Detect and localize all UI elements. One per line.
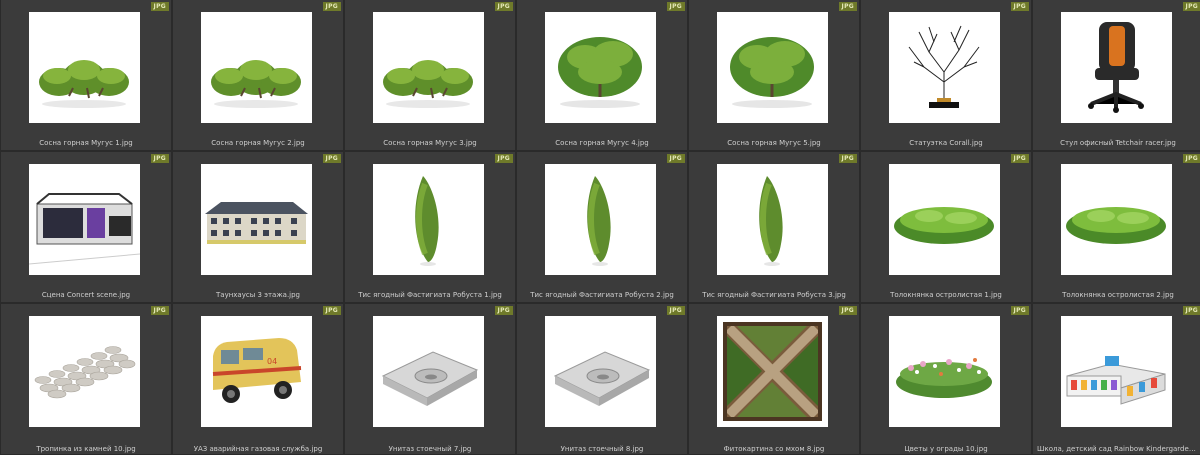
file-thumbnail[interactable]: JPG Унитаз стоечный 7.jpg [345, 304, 515, 454]
file-type-badge: JPG [494, 2, 513, 11]
round-bush-icon [545, 12, 656, 123]
file-type-badge: JPG [838, 2, 857, 11]
file-name-label: Унитаз стоечный 8.jpg [560, 445, 644, 453]
file-thumbnail[interactable]: JPG Школа, детский сад Rainbow Kindergar… [1033, 304, 1200, 454]
file-name-label: Фитокартина со мхом 8.jpg [723, 445, 825, 453]
file-name-label: УАЗ аварийная газовая служба.jpg [193, 445, 323, 453]
squat-toilet-icon [373, 316, 484, 427]
file-type-badge: JPG [322, 306, 341, 315]
file-type-badge: JPG [666, 306, 685, 315]
file-thumbnail[interactable]: JPG Фитокартина со мхом 8.jpg [689, 304, 859, 454]
pine-bush-icon [29, 12, 140, 123]
file-name-label: Сосна горная Mугус 4.jpg [555, 139, 649, 147]
file-type-badge: JPG [838, 154, 857, 163]
file-name-label: Тис ягодный Фастигиата Робуста 2.jpg [530, 291, 674, 299]
file-type-badge: JPG [322, 154, 341, 163]
moss-panel-icon [717, 316, 828, 427]
file-name-label: Сосна горная Mугус 3.jpg [383, 139, 477, 147]
file-thumbnail[interactable]: JPG Тропинка из камней 10.jpg [1, 304, 171, 454]
file-name-label: Толокнянка остролистая 2.jpg [1062, 291, 1174, 299]
file-type-badge: JPG [1182, 2, 1200, 11]
svg-text:04: 04 [267, 357, 277, 366]
townhouse-icon [201, 164, 312, 275]
round-bush-icon [717, 12, 828, 123]
file-thumbnail[interactable]: JPG Тис ягодный Фастигиата Робуста 1.jpg [345, 152, 515, 302]
file-type-badge: JPG [666, 2, 685, 11]
file-type-badge: JPG [150, 154, 169, 163]
file-type-badge: JPG [494, 306, 513, 315]
file-thumbnail[interactable]: JPG Сосна горная Mугус 3.jpg [345, 0, 515, 150]
file-name-label: Стул офисный Tetchair racer.jpg [1060, 139, 1176, 147]
squat-toilet-icon [545, 316, 656, 427]
school-icon [1061, 316, 1172, 427]
file-thumbnail[interactable]: JPG 04 УАЗ аварийная газовая служба.jpg [173, 304, 343, 454]
file-name-label: Сосна горная Mугус 2.jpg [211, 139, 305, 147]
columnar-tree-icon [373, 164, 484, 275]
file-thumbnail-grid: JPG Сосна горная Mугус 1.jpg JPG Сосна г… [0, 0, 1200, 455]
file-name-label: Таунхаусы 3 этажа.jpg [216, 291, 300, 299]
file-thumbnail[interactable]: JPG Сцена Concert scene.jpg [1, 152, 171, 302]
van-icon: 04 [201, 316, 312, 427]
file-name-label: Статуэтка Corall.jpg [909, 139, 983, 147]
columnar-tree-icon [717, 164, 828, 275]
file-thumbnail[interactable]: JPG Толокнянка остролистая 1.jpg [861, 152, 1031, 302]
file-type-badge: JPG [1010, 306, 1029, 315]
file-type-badge: JPG [494, 154, 513, 163]
stone-path-icon [29, 316, 140, 427]
file-name-label: Сцена Concert scene.jpg [41, 291, 131, 299]
file-name-label: Сосна горная Mугус 1.jpg [39, 139, 133, 147]
file-type-badge: JPG [1182, 306, 1200, 315]
file-type-badge: JPG [1182, 154, 1200, 163]
file-thumbnail[interactable]: JPG Тис ягодный Фастигиата Робуста 2.jpg [517, 152, 687, 302]
file-name-label: Тис ягодный Фастигиата Робуста 3.jpg [702, 291, 846, 299]
file-thumbnail[interactable]: JPG Таунхаусы 3 этажа.jpg [173, 152, 343, 302]
file-name-label: Цветы у ограды 10.jpg [904, 445, 988, 453]
file-type-badge: JPG [322, 2, 341, 11]
file-type-badge: JPG [1010, 2, 1029, 11]
file-thumbnail[interactable]: JPG Сосна горная Mугус 1.jpg [1, 0, 171, 150]
office-chair-icon [1061, 12, 1172, 123]
file-thumbnail[interactable]: JPG Унитаз стоечный 8.jpg [517, 304, 687, 454]
file-thumbnail[interactable]: JPG Сосна горная Mугус 5.jpg [689, 0, 859, 150]
file-thumbnail[interactable]: JPG Сосна горная Mугус 2.jpg [173, 0, 343, 150]
pine-bush-icon [201, 12, 312, 123]
file-type-badge: JPG [1010, 154, 1029, 163]
file-thumbnail[interactable]: JPG Стул офисный Tetchair racer.jpg [1033, 0, 1200, 150]
file-name-label: Сосна горная Mугус 5.jpg [727, 139, 821, 147]
groundcover-icon [889, 164, 1000, 275]
file-type-badge: JPG [150, 306, 169, 315]
file-thumbnail[interactable]: JPG Цветы у ограды 10.jpg [861, 304, 1031, 454]
file-name-label: Школа, детский сад Rainbow Kindergarden.… [1037, 445, 1200, 453]
file-type-badge: JPG [838, 306, 857, 315]
groundcover-icon [1061, 164, 1172, 275]
file-name-label: Толокнянка остролистая 1.jpg [890, 291, 1002, 299]
file-type-badge: JPG [150, 2, 169, 11]
file-thumbnail[interactable]: JPG Сосна горная Mугус 4.jpg [517, 0, 687, 150]
file-thumbnail[interactable]: JPG Тис ягодный Фастигиата Робуста 3.jpg [689, 152, 859, 302]
coral-statuette-icon [889, 12, 1000, 123]
file-thumbnail[interactable]: JPG Статуэтка Corall.jpg [861, 0, 1031, 150]
file-type-badge: JPG [666, 154, 685, 163]
pine-bush-icon [373, 12, 484, 123]
file-name-label: Тис ягодный Фастигиата Робуста 1.jpg [358, 291, 502, 299]
file-thumbnail[interactable]: JPG Толокнянка остролистая 2.jpg [1033, 152, 1200, 302]
file-name-label: Тропинка из камней 10.jpg [36, 445, 136, 453]
file-name-label: Унитаз стоечный 7.jpg [388, 445, 472, 453]
columnar-tree-icon [545, 164, 656, 275]
flowerbed-icon [889, 316, 1000, 427]
concert-stage-icon [29, 164, 140, 275]
